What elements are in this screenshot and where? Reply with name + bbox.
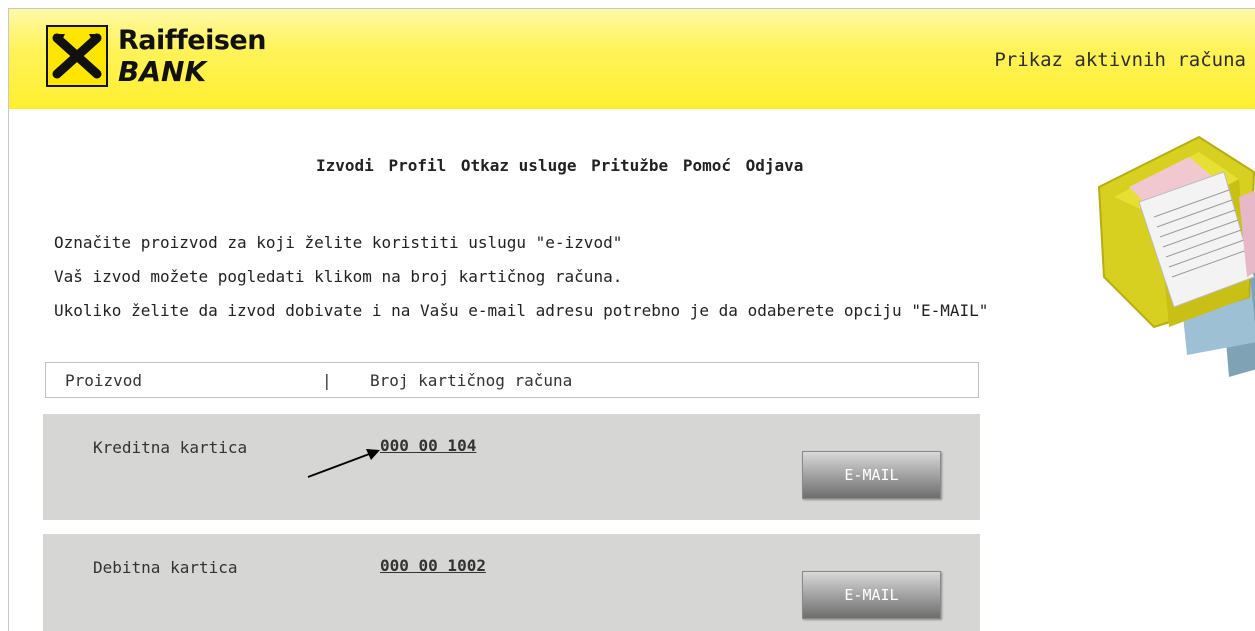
- nav-item-profil[interactable]: Profil: [388, 156, 446, 175]
- instruction-line-2: Vaš izvod možete pogledati klikom na bro…: [54, 267, 623, 286]
- nav-item-izvodi[interactable]: Izvodi: [316, 156, 374, 175]
- column-header-account: Broj kartičnog računa: [370, 371, 573, 390]
- table-row: Debitna kartica 000 00 1002 E-MAIL: [43, 534, 980, 631]
- table-row: Kreditna kartica 000 00 104 E-MAIL: [43, 414, 980, 520]
- table-header: Proizvod | Broj kartičnog računa: [45, 362, 979, 398]
- mailbox-illustration-icon: [1097, 135, 1255, 377]
- top-navigation: Izvodi Profil Otkaz usluge Pritužbe Pomo…: [316, 156, 808, 175]
- page-title: Prikaz aktivnih računa: [994, 49, 1246, 71]
- logo-wordmark: Raiffeisen: [118, 25, 266, 56]
- email-button[interactable]: E-MAIL: [802, 571, 941, 619]
- nav-item-otkaz-usluge[interactable]: Otkaz usluge: [461, 156, 577, 175]
- bank-logo[interactable]: Raiffeisen BANK: [46, 25, 286, 95]
- account-number-link[interactable]: 000 00 104: [380, 436, 476, 455]
- instruction-line-3: Ukoliko želite da izvod dobivate i na Va…: [54, 301, 989, 320]
- header-bar: Raiffeisen BANK Prikaz aktivnih računa: [9, 9, 1255, 109]
- nav-item-prituzbe[interactable]: Pritužbe: [591, 156, 668, 175]
- account-number-link[interactable]: 000 00 1002: [380, 556, 486, 575]
- column-separator: |: [322, 371, 332, 390]
- product-name: Debitna kartica: [93, 558, 238, 577]
- nav-item-odjava[interactable]: Odjava: [746, 156, 804, 175]
- page-frame: Raiffeisen BANK Prikaz aktivnih računa I…: [8, 8, 1255, 631]
- email-button[interactable]: E-MAIL: [802, 451, 941, 499]
- raiffeisen-logo-icon: [46, 25, 108, 87]
- product-name: Kreditna kartica: [93, 438, 248, 457]
- instruction-line-1: Označite proizvod za koji želite koristi…: [54, 233, 623, 252]
- logo-bank-word: BANK: [118, 55, 207, 88]
- arrow-pointer-icon: [307, 449, 380, 478]
- nav-item-pomoc[interactable]: Pomoć: [683, 156, 731, 175]
- column-header-product: Proizvod: [65, 371, 143, 390]
